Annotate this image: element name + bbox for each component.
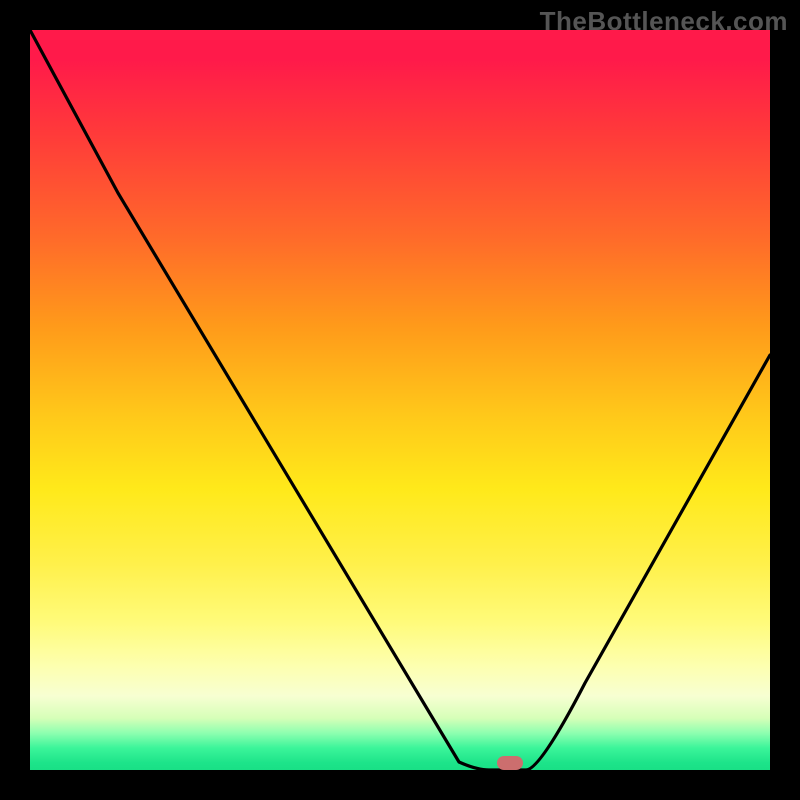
chart-stage: TheBottleneck.com: [0, 0, 800, 800]
curve-path: [30, 30, 770, 770]
bottleneck-curve: [30, 30, 770, 770]
optimal-point-marker: [497, 756, 523, 770]
plot-area: [30, 30, 770, 770]
